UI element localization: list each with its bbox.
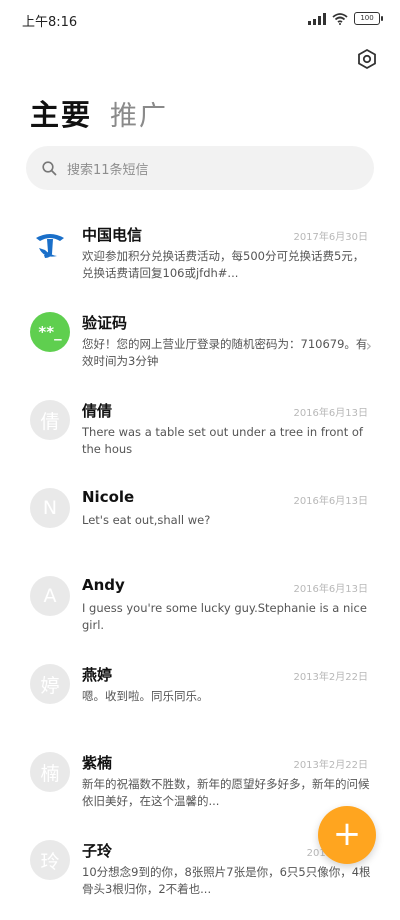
message-preview: 欢迎参加积分兑换话费活动，每500分可兑换话费5元，兑换话费请回复106或jfd… <box>82 249 365 280</box>
message-date: 2013年2月22日 <box>293 760 368 771</box>
sender-name: 燕婷 <box>82 666 113 684</box>
settings-hexagon-icon[interactable] <box>356 48 378 70</box>
sender-name: 中国电信 <box>82 226 143 244</box>
signal-icon <box>308 12 326 25</box>
list-item[interactable]: 中国电信 2017年6月30日 欢迎参加积分兑换话费活动，每500分可兑换话费5… <box>0 216 400 304</box>
message-date: 2016年6月13日 <box>293 408 368 419</box>
list-item[interactable]: **_ 验证码 › 您好！您的网上营业厅登录的随机密码为：710679。有效时间… <box>0 304 400 392</box>
search-placeholder: 搜索11条短信 <box>67 162 149 178</box>
tab-main[interactable]: 主要 <box>30 92 92 134</box>
sender-name: 验证码 <box>82 314 128 332</box>
message-date: 2016年6月13日 <box>293 496 368 507</box>
china-telecom-logo-icon <box>30 224 70 264</box>
message-date: 2013年2月22日 <box>293 672 368 683</box>
list-item[interactable]: A Andy 2016年6月13日 I guess you're some lu… <box>0 568 400 656</box>
list-item[interactable]: 倩 倩倩 2016年6月13日 There was a table set ou… <box>0 392 400 480</box>
avatar: **_ <box>30 312 70 352</box>
message-preview: 10分想念9到的你，8张照片7张是你，6只5只像你，4根骨头3根归你，2不着也.… <box>82 865 371 896</box>
avatar: 楠 <box>30 752 70 792</box>
tab-recommended[interactable]: 推广 <box>110 94 168 133</box>
sender-name: 紫楠 <box>82 754 113 772</box>
message-date: 2017年6月30日 <box>293 232 368 243</box>
message-preview: Let's eat out,shall we? <box>82 513 211 527</box>
sender-name: 倩倩 <box>82 402 113 420</box>
avatar: 婷 <box>30 664 70 704</box>
avatar: N <box>30 488 70 528</box>
message-preview: I guess you're some lucky guy.Stephanie … <box>82 601 367 632</box>
sender-name: Nicole <box>82 488 135 506</box>
search-icon <box>42 160 57 175</box>
wifi-icon <box>332 12 348 25</box>
list-item[interactable]: 婷 燕婷 2013年2月22日 嗯。收到啦。同乐同乐。 <box>0 656 400 744</box>
status-bar: 上午8:16 100 <box>0 0 400 40</box>
battery-icon: 100 <box>354 12 383 25</box>
message-preview: There was a table set out under a tree i… <box>82 425 363 456</box>
tab-bar: 主要 推广 <box>30 92 168 134</box>
new-message-button[interactable]: + <box>318 806 376 864</box>
avatar: 玲 <box>30 840 70 880</box>
plus-icon: + <box>332 813 362 854</box>
list-item[interactable]: N Nicole 2016年6月13日 Let's eat out,shall … <box>0 480 400 568</box>
message-date: 2016年6月13日 <box>293 584 368 595</box>
message-preview: 新年的祝福数不胜数，新年的愿望好多好多，新年的问候依旧美好，在这个温馨的... <box>82 777 370 808</box>
message-preview: 嗯。收到啦。同乐同乐。 <box>82 689 209 703</box>
search-bar[interactable]: 搜索11条短信 <box>26 146 374 190</box>
status-icons: 100 <box>308 12 383 25</box>
sender-name: Andy <box>82 576 125 594</box>
status-time: 上午8:16 <box>22 15 78 30</box>
sender-name: 子玲 <box>82 842 113 860</box>
avatar: 倩 <box>30 400 70 440</box>
message-preview: 您好！您的网上营业厅登录的随机密码为：710679。有效时间为3分钟 <box>82 337 368 368</box>
avatar: A <box>30 576 70 616</box>
